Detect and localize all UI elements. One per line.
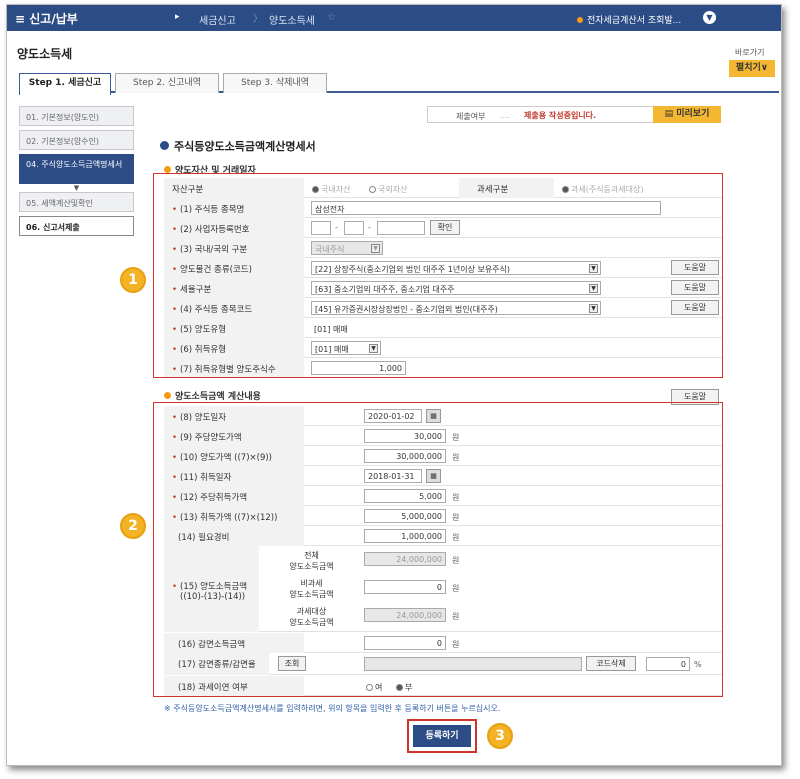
breadcrumb-separator-icon: 〉	[253, 14, 263, 25]
top-nav-bar: ≡ 신고/납부 ▸ 세금신고 〉 양도소득세 ☆ 전자세금계산서 조회발... …	[7, 5, 781, 31]
annotation-box-1	[153, 173, 723, 378]
annotation-box-3	[407, 719, 477, 753]
document-icon: ▤	[664, 109, 677, 119]
arrow-down-icon: ▼	[73, 184, 80, 192]
annotation-marker-3: 3	[487, 723, 513, 749]
menu-button[interactable]: ≡ 신고/납부	[15, 10, 78, 27]
section-title: 주식등양도소득금액계산명세서	[160, 138, 316, 154]
chevron-right-icon: ▸	[175, 12, 180, 22]
bullet-icon	[164, 392, 171, 399]
star-icon[interactable]: ☆	[327, 12, 336, 23]
tab-step2[interactable]: Step 2. 신고내역	[115, 73, 219, 93]
bullet-icon	[164, 166, 171, 173]
shortcut-label: 바로가기	[735, 48, 765, 57]
submit-status-label: 제출여부	[456, 112, 486, 121]
sidebar-item-submit[interactable]: 06. 신고서제출	[19, 216, 134, 236]
sidebar-item-transferor[interactable]: 01. 기본정보(양도인)	[19, 106, 134, 126]
sidebar: 01. 기본정보(양도인) 02. 기본정보(양수인) 04. 주식양도소득금액…	[19, 106, 134, 240]
annotation-marker-1: 1	[120, 267, 146, 293]
step-tabs: Step 1. 세금신고 Step 2. 신고내역 Step 3. 삭제내역	[19, 73, 779, 95]
instruction-note: ※ 주식등양도소득금액계산명세서를 입력하려면, 위의 항목을 입력한 후 등록…	[164, 704, 501, 713]
submit-status-message: 제출용 작성중입니다.	[524, 111, 597, 120]
submit-status-dots: ....	[500, 111, 511, 120]
breadcrumb-tax-filing[interactable]: 세금신고	[199, 12, 236, 27]
preview-button[interactable]: ▤ 미리보기	[653, 106, 721, 123]
app-window: ≡ 신고/납부 ▸ 세금신고 〉 양도소득세 ☆ 전자세금계산서 조회발... …	[6, 4, 782, 766]
annotation-box-2	[153, 402, 723, 697]
chevron-down-icon[interactable]: ▼	[703, 11, 716, 24]
sidebar-item-tax-calc[interactable]: 05. 세액계산및확인	[19, 192, 134, 212]
annotation-marker-2: 2	[120, 513, 146, 539]
subsection-calc-title: 양도소득금액 계산내용	[164, 389, 261, 402]
tab-step3[interactable]: Step 3. 삭제내역	[223, 73, 327, 93]
sidebar-item-stock-statement[interactable]: 04. 주식양도소득금액명세서	[19, 154, 134, 184]
bullet-icon	[160, 141, 169, 150]
sidebar-item-transferee[interactable]: 02. 기본정보(양수인)	[19, 130, 134, 150]
dot-icon	[577, 17, 583, 23]
page-title: 양도소득세	[17, 47, 73, 61]
breadcrumb-transfer-tax[interactable]: 양도소득세	[269, 12, 315, 27]
tab-step1[interactable]: Step 1. 세금신고	[19, 73, 111, 95]
notice-text[interactable]: 전자세금계산서 조회발...	[577, 13, 681, 26]
